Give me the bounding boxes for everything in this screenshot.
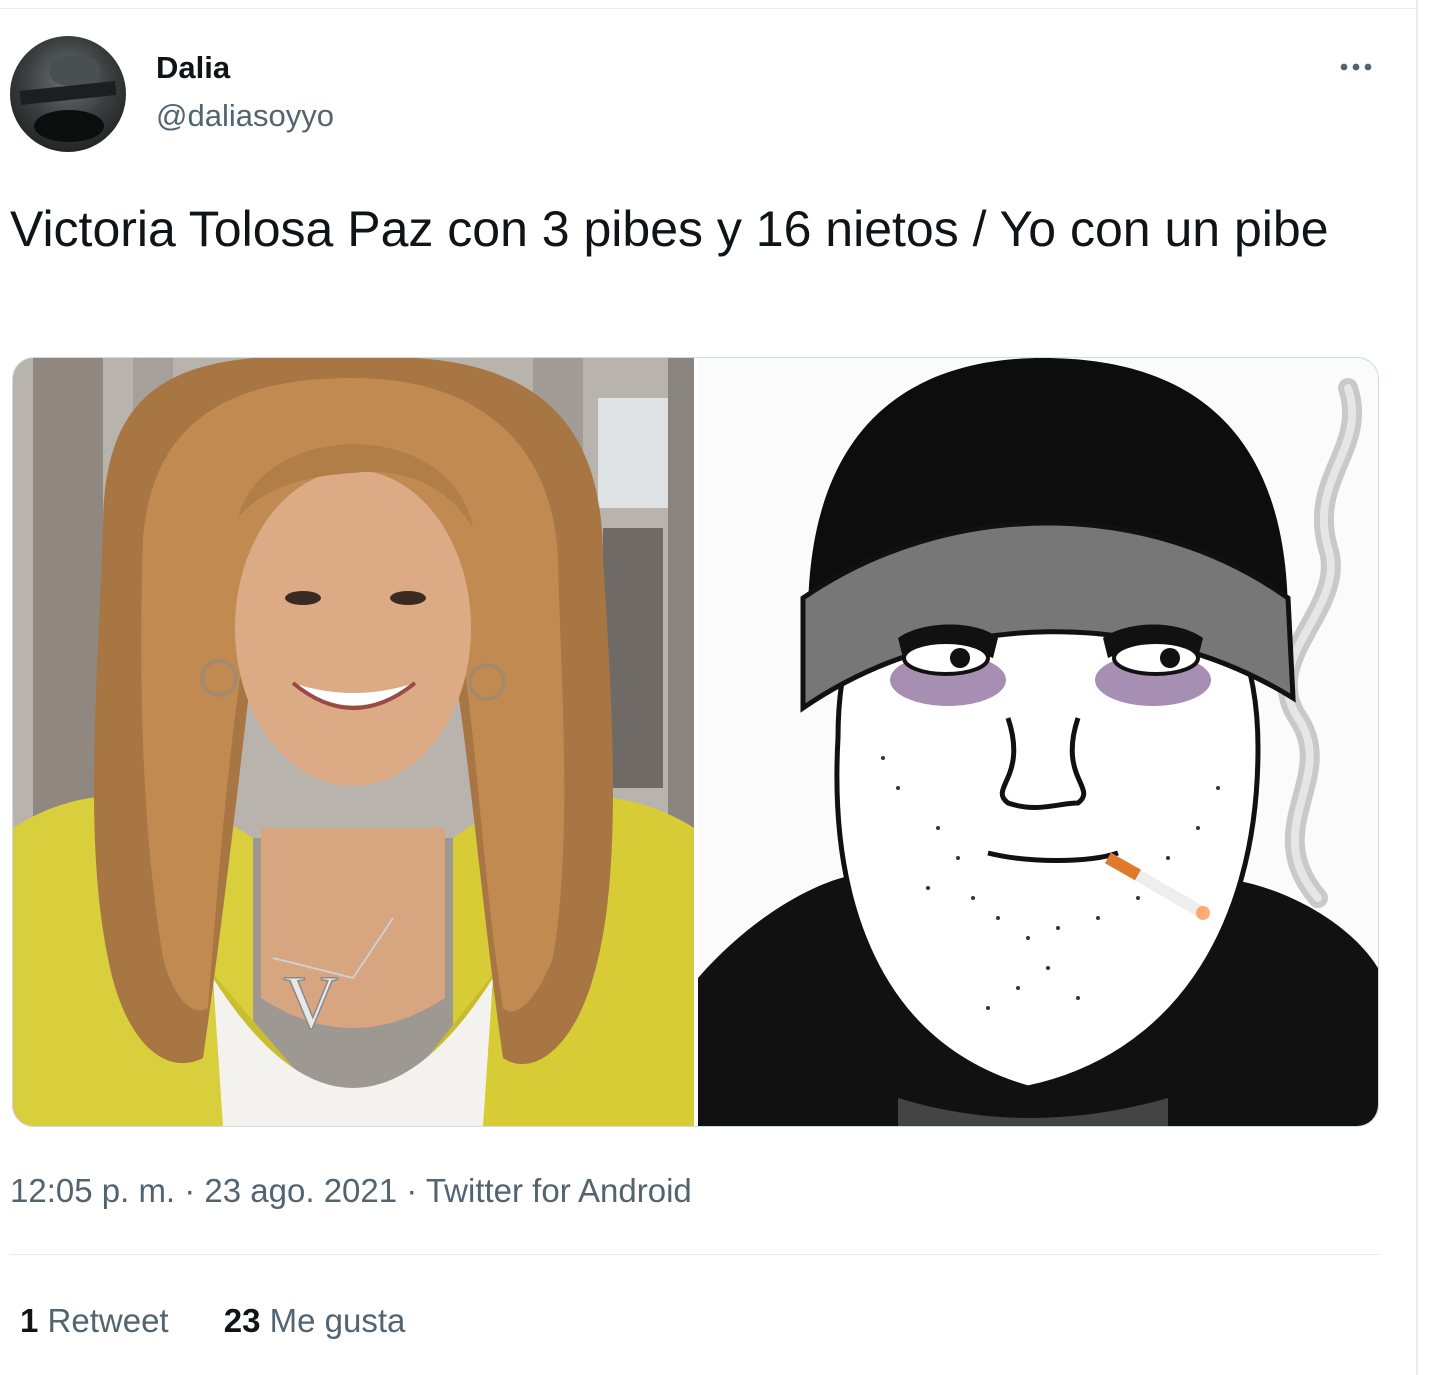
user-handle[interactable]: @daliasoyyo (156, 98, 334, 134)
likes-label: Me gusta (269, 1302, 406, 1339)
likes-stat[interactable]: 23 Me gusta (224, 1302, 406, 1340)
tweet-text: Victoria Tolosa Paz con 3 pibes y 16 nie… (10, 201, 1329, 257)
portrait-photo[interactable]: V (13, 358, 694, 1126)
divider (10, 1254, 1380, 1255)
more-horizontal-icon[interactable] (1336, 52, 1376, 82)
cartoon-illustration[interactable] (698, 358, 1378, 1126)
retweets-stat[interactable]: 1 Retweet (20, 1302, 169, 1340)
tweet-timestamp[interactable]: 12:05 p. m. · 23 ago. 2021 · Twitter for… (10, 1172, 692, 1210)
avatar[interactable] (10, 36, 126, 152)
necklace-pendant: V (283, 960, 340, 1046)
svg-text:V: V (284, 961, 339, 1045)
right-border (1416, 0, 1418, 1375)
top-border (0, 8, 1416, 9)
retweets-count: 1 (20, 1302, 39, 1339)
retweets-label: Retweet (47, 1302, 169, 1339)
display-name[interactable]: Dalia (156, 50, 230, 86)
likes-count: 23 (223, 1302, 261, 1339)
tweet-media[interactable]: V (12, 357, 1379, 1127)
tweet-stats: 1 Retweet 23 Me gusta (20, 1302, 451, 1340)
